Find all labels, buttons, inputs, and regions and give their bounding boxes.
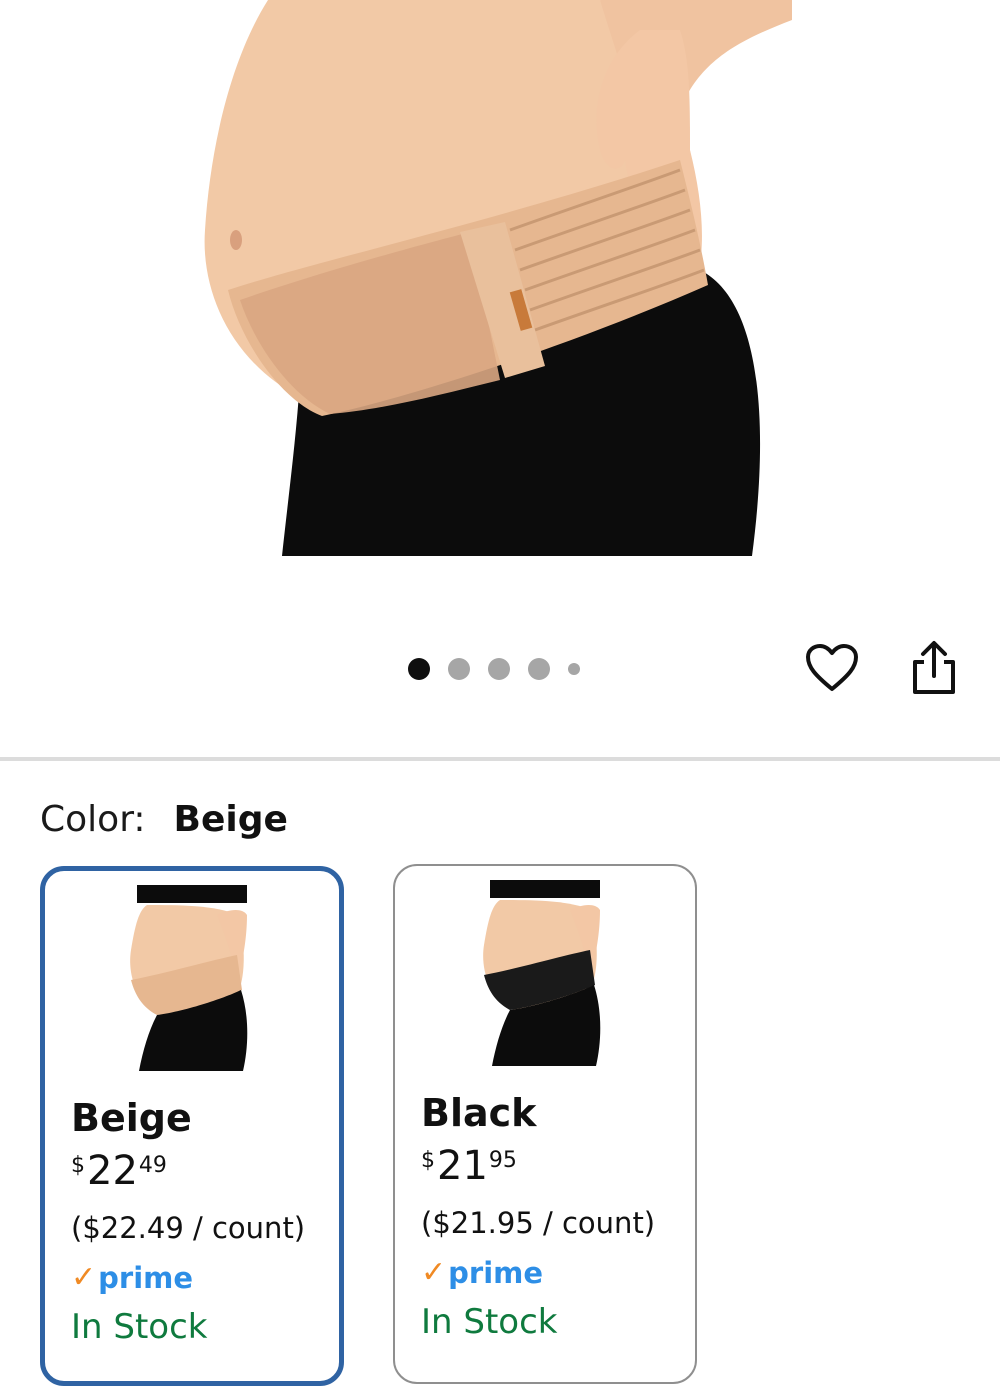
prime-label: prime [98, 1261, 194, 1295]
price-symbol: $ [421, 1148, 435, 1173]
selected-color-value: Beige [173, 799, 288, 840]
carousel-dot[interactable] [488, 658, 510, 680]
carousel-dot[interactable] [528, 658, 550, 680]
prime-badge: ✓ prime [71, 1260, 194, 1296]
unit-price: ($21.95 / count) [421, 1206, 656, 1240]
prime-check-icon: ✓ [421, 1255, 447, 1290]
carousel-dot[interactable] [568, 663, 580, 675]
color-swatch-beige[interactable]: Beige $ 22 49 ($22.49 / count) ✓ prime I… [40, 866, 344, 1386]
color-label: Color: [40, 799, 146, 840]
carousel-dot[interactable] [448, 658, 470, 680]
swatch-name: Black [421, 1091, 537, 1135]
swatch-thumbnail [130, 885, 248, 1071]
swatch-price: $ 22 49 [71, 1149, 167, 1193]
color-selector-header: Color: Beige [40, 798, 288, 842]
availability-status: In Stock [71, 1307, 208, 1347]
price-fraction: 49 [138, 1153, 167, 1178]
prime-label: prime [448, 1256, 544, 1290]
product-image[interactable] [0, 0, 1000, 600]
swatch-name: Beige [71, 1096, 192, 1140]
price-symbol: $ [71, 1153, 85, 1178]
color-swatch-black[interactable]: Black $ 21 95 ($21.95 / count) ✓ prime I… [393, 864, 697, 1384]
image-carousel-indicator[interactable] [408, 657, 580, 681]
availability-status: In Stock [421, 1302, 558, 1342]
unit-price: ($22.49 / count) [71, 1211, 306, 1245]
price-whole: 21 [437, 1143, 488, 1189]
product-photo-illustration [204, 0, 792, 556]
section-divider [0, 757, 1000, 761]
share-button[interactable] [904, 638, 964, 698]
price-whole: 22 [87, 1148, 138, 1194]
share-icon [913, 641, 955, 694]
favorite-button[interactable] [802, 638, 862, 698]
price-fraction: 95 [488, 1148, 517, 1173]
prime-badge: ✓ prime [421, 1255, 544, 1291]
swatch-thumbnail [483, 880, 601, 1066]
prime-check-icon: ✓ [71, 1260, 97, 1295]
carousel-dot[interactable] [408, 658, 430, 680]
swatch-price: $ 21 95 [421, 1144, 517, 1188]
heart-outline-icon [806, 644, 858, 691]
